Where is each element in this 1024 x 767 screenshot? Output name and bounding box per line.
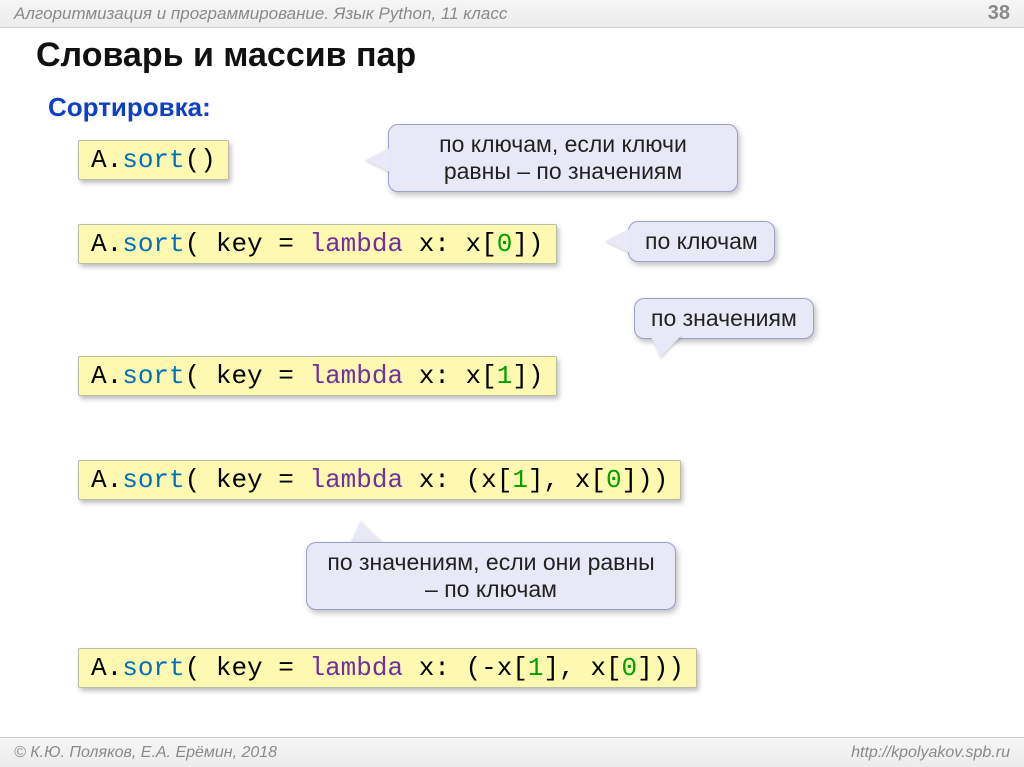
code-number: 0	[497, 229, 513, 259]
callout-text: по ключам, если ключи равны – по значени…	[439, 131, 687, 184]
code-keyword-lambda: lambda	[309, 229, 403, 259]
callout-keys: по ключам	[628, 221, 775, 262]
code-method: sort	[122, 229, 184, 259]
slide: Алгоритмизация и программирование. Язык …	[0, 0, 1024, 767]
callout-default: по ключам, если ключи равны – по значени…	[388, 124, 738, 192]
code-sort-default: A.sort()	[78, 140, 229, 180]
callout-values-then-keys: по значениям, если они равны – по ключам	[306, 542, 676, 610]
callout-tail	[350, 522, 382, 544]
code-text: A.	[91, 653, 122, 683]
callout-tail	[366, 148, 390, 172]
code-method: sort	[122, 361, 184, 391]
code-method: sort	[122, 653, 184, 683]
code-text: x: x[	[403, 229, 497, 259]
code-keyword-lambda: lambda	[309, 465, 403, 495]
code-number: 1	[497, 361, 513, 391]
code-sort-key1: A.sort( key = lambda x: x[1])	[78, 356, 557, 396]
footer-url: http://kpolyakov.spb.ru	[851, 744, 1010, 762]
code-text: ( key =	[185, 465, 310, 495]
callout-tail	[606, 229, 630, 253]
slide-title: Словарь и массив пар	[36, 36, 416, 75]
code-text: x: x[	[403, 361, 497, 391]
code-number: 1	[512, 465, 528, 495]
code-text: ]))	[637, 653, 684, 683]
callout-tail	[650, 335, 682, 357]
code-text: x: (-x[	[403, 653, 528, 683]
header-bar: Алгоритмизация и программирование. Язык …	[0, 0, 1024, 28]
code-text: ( key =	[185, 229, 310, 259]
code-text: ])	[512, 229, 543, 259]
slide-subtitle: Сортировка:	[48, 92, 211, 123]
code-sort-tuple: A.sort( key = lambda x: (x[1], x[0]))	[78, 460, 681, 500]
code-text: ()	[185, 145, 216, 175]
course-title: Алгоритмизация и программирование. Язык …	[14, 4, 507, 24]
code-number: 1	[528, 653, 544, 683]
code-number: 0	[622, 653, 638, 683]
callout-text: по значениям	[651, 305, 797, 331]
code-text: ]))	[622, 465, 669, 495]
footer-copyright: © К.Ю. Поляков, Е.А. Ерёмин, 2018	[14, 744, 277, 762]
code-text: ])	[512, 361, 543, 391]
code-text: ( key =	[185, 653, 310, 683]
callout-text: по значениям, если они равны – по ключам	[327, 549, 654, 602]
code-text: ], x[	[544, 653, 622, 683]
code-method: sort	[122, 145, 184, 175]
page-number: 38	[988, 2, 1010, 25]
code-text: A.	[91, 229, 122, 259]
code-keyword-lambda: lambda	[309, 361, 403, 391]
code-text: x: (x[	[403, 465, 512, 495]
footer-bar: © К.Ю. Поляков, Е.А. Ерёмин, 2018 http:/…	[0, 737, 1024, 767]
code-number: 0	[606, 465, 622, 495]
code-text: A.	[91, 465, 122, 495]
code-text: A.	[91, 145, 122, 175]
code-text: A.	[91, 361, 122, 391]
code-keyword-lambda: lambda	[309, 653, 403, 683]
code-method: sort	[122, 465, 184, 495]
code-sort-key0: A.sort( key = lambda x: x[0])	[78, 224, 557, 264]
code-text: ( key =	[185, 361, 310, 391]
callout-values: по значениям	[634, 298, 814, 339]
callout-text: по ключам	[645, 228, 758, 254]
code-text: ], x[	[528, 465, 606, 495]
code-sort-neg-tuple: A.sort( key = lambda x: (-x[1], x[0]))	[78, 648, 697, 688]
